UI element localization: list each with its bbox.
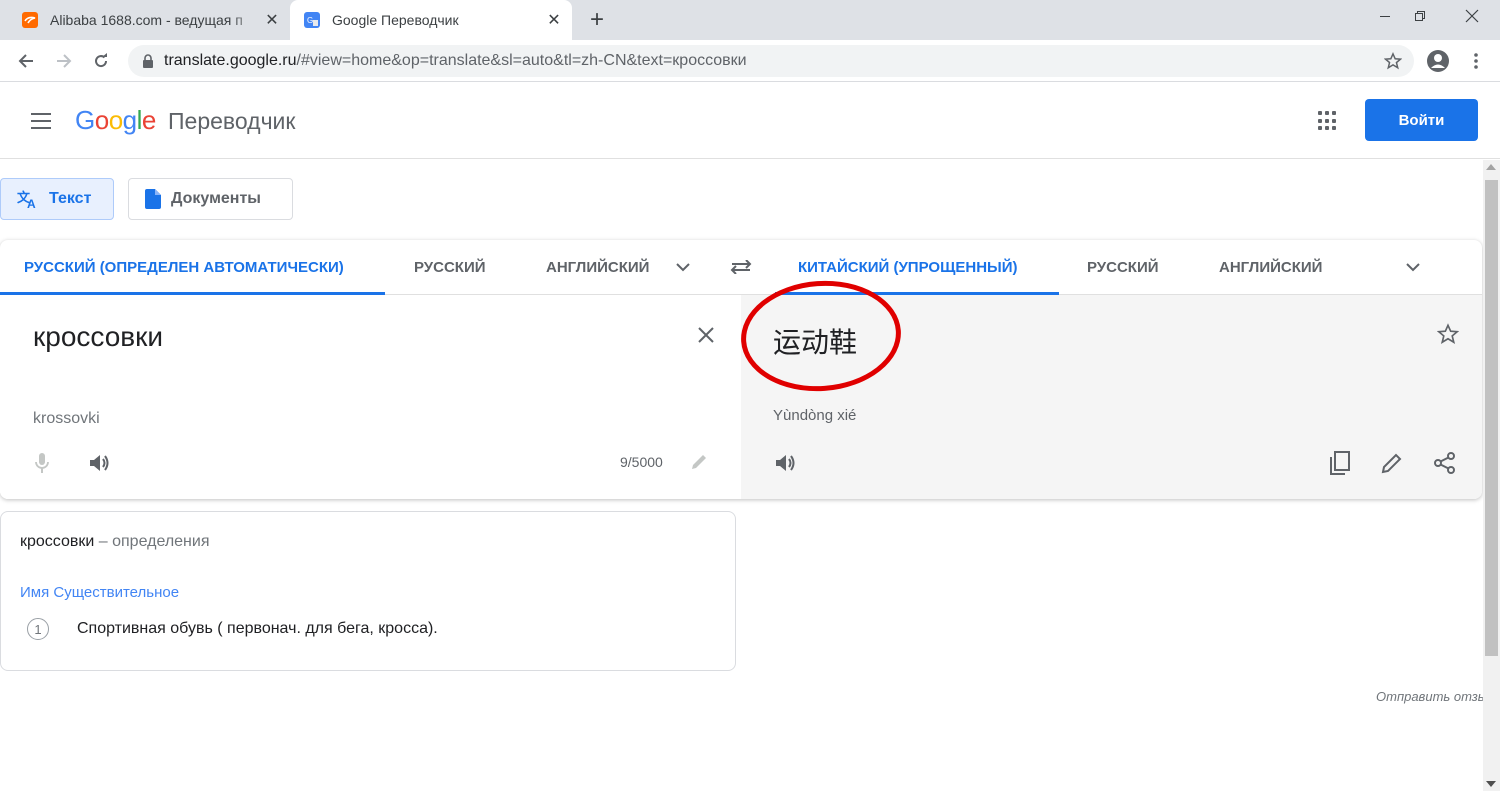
page-scrollbar[interactable]: [1483, 160, 1500, 791]
source-lang-english-tab[interactable]: АНГЛИЙСКИЙ: [546, 240, 656, 294]
document-icon: [145, 189, 161, 209]
translation-output: 运动鞋: [773, 326, 858, 359]
source-lang-russian-tab[interactable]: РУССКИЙ: [414, 240, 486, 294]
pencil-icon[interactable]: [688, 451, 710, 473]
definitions-title: кроссовки – определения: [20, 533, 209, 551]
sign-in-button[interactable]: Войти: [1365, 99, 1478, 141]
target-lang-russian-tab[interactable]: РУССКИЙ: [1087, 240, 1159, 294]
restore-icon[interactable]: [1397, 0, 1443, 32]
url-host: translate.google.ru: [164, 52, 297, 69]
bookmark-star-icon[interactable]: [1382, 50, 1404, 72]
definitions-word: кроссовки: [20, 533, 95, 550]
target-lang-chinese-tab[interactable]: КИТАЙСКИЙ (УПРОЩЕННЫЙ): [775, 240, 1059, 295]
tab-title: Alibaba 1688.com - ведущая п: [50, 12, 243, 28]
scrollbar-thumb[interactable]: [1485, 180, 1498, 656]
swap-languages-icon[interactable]: [727, 254, 755, 280]
new-tab-button[interactable]: +: [583, 6, 611, 34]
apps-grid-icon[interactable]: [1316, 109, 1340, 133]
source-lang-chevron-down-icon[interactable]: [670, 254, 696, 280]
target-transliteration: Yùndòng xié: [773, 407, 857, 424]
language-bar: РУССКИЙ (ОПРЕДЕЛЕН АВТОМАТИЧЕСКИ) РУССКИ…: [0, 240, 1482, 295]
back-icon[interactable]: [10, 45, 42, 77]
pencil-icon[interactable]: [1379, 450, 1405, 476]
forward-icon[interactable]: [48, 45, 80, 77]
source-lang-detected-tab[interactable]: РУССКИЙ (ОПРЕДЕЛЕН АВТОМАТИЧЕСКИ): [0, 240, 385, 295]
google-translate-icon: G: [304, 12, 320, 28]
svg-text:G: G: [307, 16, 313, 25]
close-tab-icon[interactable]: ✕: [544, 10, 564, 30]
scroll-down-arrow-icon[interactable]: [1486, 781, 1496, 787]
copy-icon[interactable]: [1327, 450, 1353, 476]
browser-tab-alibaba[interactable]: Alibaba 1688.com - ведущая п ✕: [8, 0, 290, 40]
product-name: Переводчик: [168, 108, 296, 134]
send-feedback-link[interactable]: Отправить отзыв: [1376, 689, 1494, 704]
translate-icon: 文A: [17, 189, 39, 209]
close-window-icon[interactable]: [1449, 0, 1495, 32]
profile-avatar-icon[interactable]: [1422, 45, 1454, 77]
target-lang-english-tab[interactable]: АНГЛИЙСКИЙ: [1219, 240, 1322, 294]
url-path: /#view=home&op=translate&sl=auto&tl=zh-C…: [296, 52, 747, 69]
share-icon[interactable]: [1432, 450, 1458, 476]
speaker-icon[interactable]: [88, 451, 112, 475]
mode-text-button[interactable]: 文A Текст: [0, 178, 114, 220]
tab-title: Google Переводчик: [332, 12, 459, 28]
clear-icon[interactable]: [694, 323, 718, 347]
source-text-input[interactable]: кроссовки: [33, 321, 163, 353]
source-transliteration: krossovki: [33, 410, 100, 427]
source-pane: кроссовки krossovki 9/5000: [0, 295, 741, 499]
definition-text: Спортивная обувь ( первонач. для бега, к…: [77, 620, 438, 637]
definition-number: 1: [27, 618, 49, 640]
google-logo[interactable]: Google: [75, 105, 156, 136]
svg-text:A: A: [27, 197, 36, 209]
star-icon[interactable]: [1435, 321, 1461, 347]
lock-icon: [142, 54, 154, 68]
reload-icon[interactable]: [85, 45, 117, 77]
target-lang-chevron-down-icon[interactable]: [1400, 254, 1426, 280]
mode-documents-button[interactable]: Документы: [128, 178, 293, 220]
mode-text-label: Текст: [49, 190, 92, 207]
close-tab-icon[interactable]: ✕: [262, 10, 282, 30]
scroll-up-arrow-icon[interactable]: [1486, 164, 1496, 170]
more-vert-icon[interactable]: [1460, 45, 1492, 77]
microphone-icon[interactable]: [30, 451, 54, 475]
definitions-suffix: – определения: [94, 533, 210, 550]
character-count: 9/5000: [620, 454, 663, 470]
browser-tabstrip: Alibaba 1688.com - ведущая п ✕ G Google …: [0, 0, 1500, 40]
hamburger-menu-icon[interactable]: [28, 109, 54, 133]
speaker-icon[interactable]: [774, 451, 798, 475]
target-pane: 运动鞋 Yùndòng xié: [737, 275, 1482, 499]
part-of-speech-label: Имя Существительное: [20, 584, 180, 601]
app-header: Google Переводчик Войти: [0, 83, 1500, 159]
translation-card: РУССКИЙ (ОПРЕДЕЛЕН АВТОМАТИЧЕСКИ) РУССКИ…: [0, 240, 1482, 499]
definitions-card: кроссовки – определения Имя Существитель…: [0, 511, 736, 671]
alibaba-icon: [22, 12, 38, 28]
browser-toolbar: translate.google.ru/#view=home&op=transl…: [0, 40, 1500, 82]
address-bar[interactable]: translate.google.ru/#view=home&op=transl…: [128, 45, 1414, 77]
mode-documents-label: Документы: [171, 190, 261, 207]
browser-tab-translate[interactable]: G Google Переводчик ✕: [290, 0, 572, 40]
